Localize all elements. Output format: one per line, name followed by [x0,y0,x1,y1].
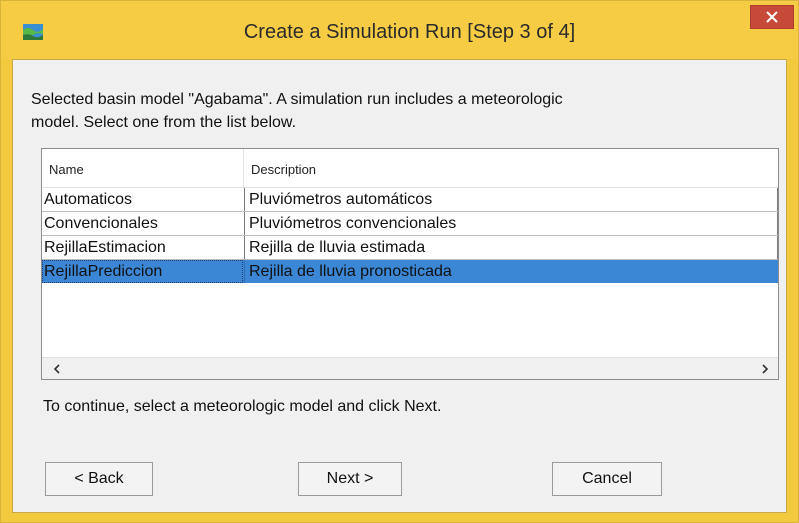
meteorologic-model-list[interactable]: Name Description Automaticos Pluviómetro… [41,148,779,380]
list-header: Name Description [42,149,778,188]
list-item-automaticos[interactable]: Automaticos Pluviómetros automáticos [42,188,778,212]
list-item-rejilla-prediccion[interactable]: RejillaPrediccion Rejilla de lluvia pron… [42,260,778,283]
close-button[interactable] [750,5,794,29]
horizontal-scrollbar[interactable] [42,357,778,379]
close-icon [766,11,778,23]
row-description: Pluviómetros convencionales [244,212,778,235]
instruction-text: To continue, select a meteorologic model… [43,398,442,415]
intro-line-2: model. Select one from the list below. [31,114,297,131]
row-name: Automaticos [44,191,133,208]
scroll-right-button[interactable] [754,358,776,379]
list-item-convencionales[interactable]: Convencionales Pluviómetros convencional… [42,212,778,236]
back-button[interactable]: < Back [45,462,153,496]
cancel-button[interactable]: Cancel [552,462,662,496]
row-description: Rejilla de lluvia estimada [244,236,778,259]
intro-text: Selected basin model "Agabama". A simula… [31,88,751,134]
row-description: Rejilla de lluvia pronosticada [244,260,778,283]
row-description: Pluviómetros automáticos [244,188,778,211]
column-header-description[interactable]: Description [244,149,778,187]
list-item-rejilla-estimacion[interactable]: RejillaEstimacion Rejilla de lluvia esti… [42,236,778,260]
window-title: Create a Simulation Run [Step 3 of 4] [243,21,576,43]
row-name: Convencionales [44,215,158,232]
chevron-right-icon [762,364,769,374]
intro-line-1: Selected basin model "Agabama". A simula… [31,91,563,108]
row-name: RejillaEstimacion [44,239,166,256]
chevron-left-icon [53,364,60,374]
row-name: RejillaPrediccion [42,260,243,283]
scroll-left-button[interactable] [46,358,68,379]
column-header-name[interactable]: Name [42,149,243,187]
next-button[interactable]: Next > [298,462,402,496]
title-bar[interactable]: Create a Simulation Run [Step 3 of 4] [1,1,798,59]
